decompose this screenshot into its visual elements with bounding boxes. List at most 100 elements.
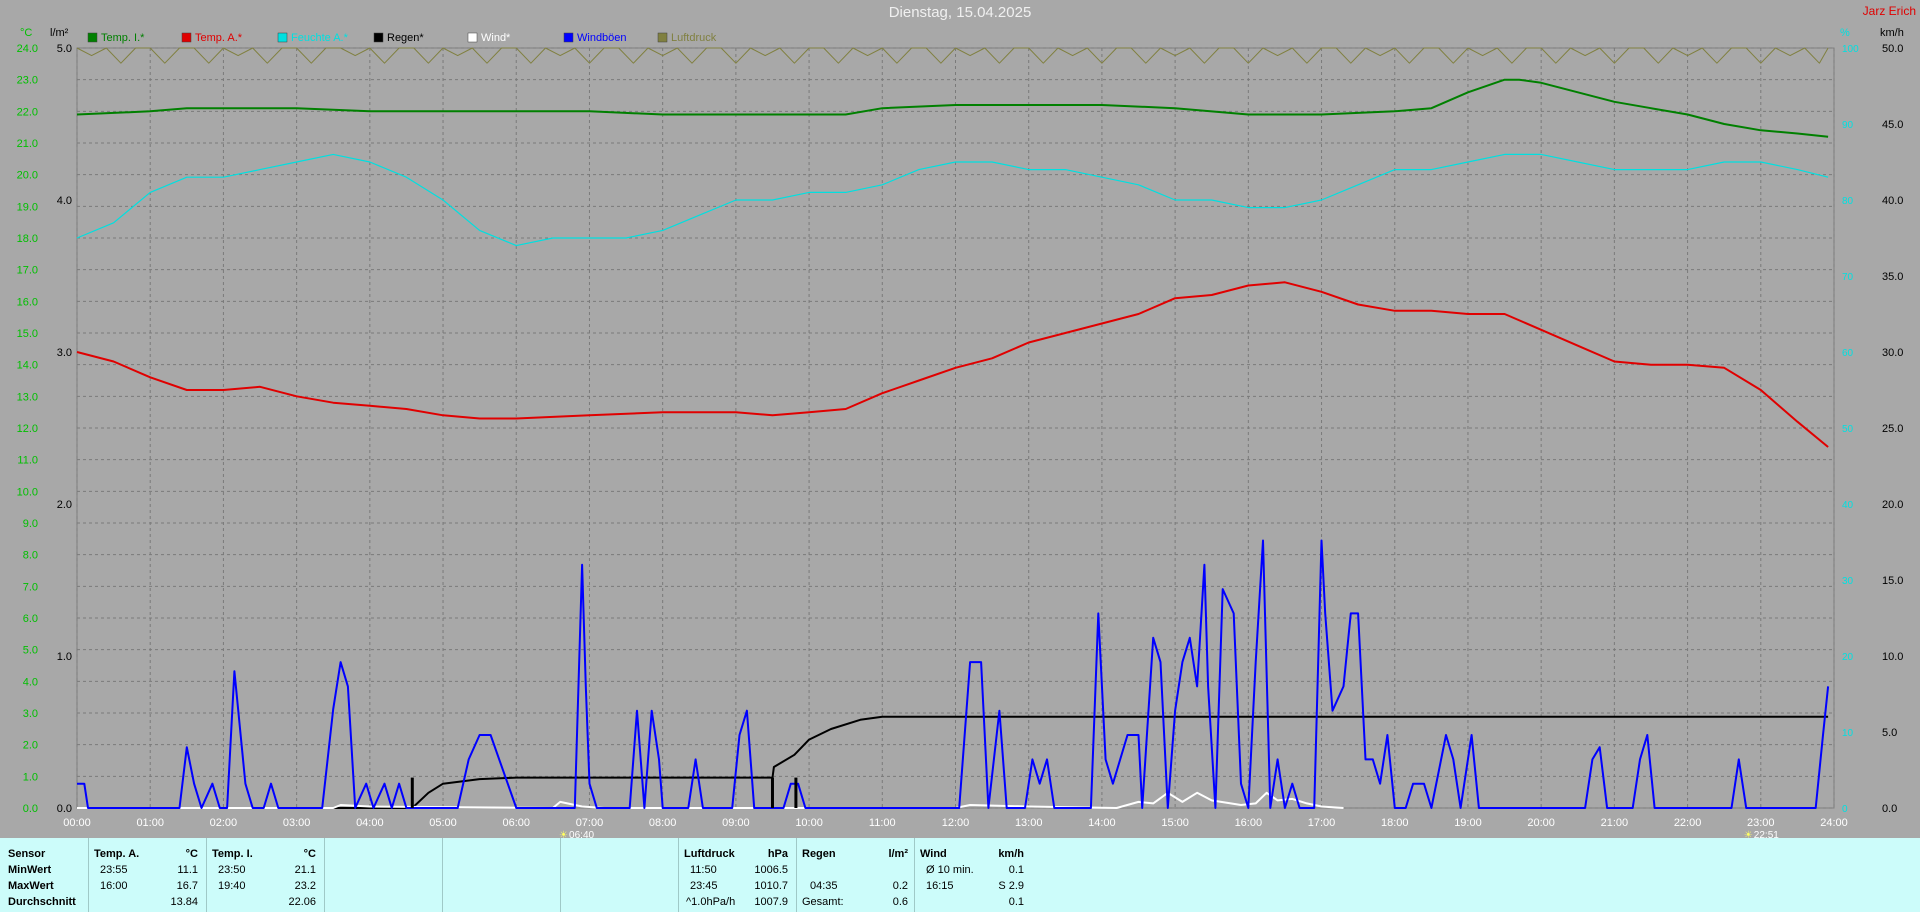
pressure-min-val: 1006.5 xyxy=(754,864,788,876)
temp-tick-label: 6.0 xyxy=(23,613,38,625)
wind-tick-label: 50.0 xyxy=(1882,43,1903,55)
temp-i-max-time: 19:40 xyxy=(218,880,246,892)
temp-tick-label: 20.0 xyxy=(17,170,38,182)
wind-tick-label: 30.0 xyxy=(1882,347,1903,359)
x-tick-label: 08:00 xyxy=(649,817,677,829)
legend-swatch xyxy=(277,32,288,43)
rain-unit: l/m² xyxy=(888,848,908,860)
wind-tick-label: 0.0 xyxy=(1882,803,1897,815)
temp-tick-label: 23.0 xyxy=(17,75,38,87)
pressure-max-time: 23:45 xyxy=(690,880,718,892)
legend-label: Temp. A.* xyxy=(195,32,243,44)
rain-tick-label: 4.0 xyxy=(57,195,72,207)
temp-i-avg-val: 22.06 xyxy=(288,896,316,908)
temp-tick-label: 15.0 xyxy=(17,328,38,340)
wind-tick-label: 10.0 xyxy=(1882,651,1903,663)
rain-tick-label: 0.0 xyxy=(57,803,72,815)
sunrise-time: 06:40 xyxy=(569,830,594,838)
x-tick-label: 09:00 xyxy=(722,817,750,829)
legend-label: Regen* xyxy=(387,32,424,44)
temp-i-header: Temp. I. xyxy=(212,848,253,860)
temp-tick-label: 13.0 xyxy=(17,391,38,403)
x-tick-label: 04:00 xyxy=(356,817,384,829)
temp-tick-label: 17.0 xyxy=(17,265,38,277)
legend-label: Feuchte A.* xyxy=(291,32,349,44)
temp-a-avg-val: 13.84 xyxy=(170,896,198,908)
humidity-tick-label: 20 xyxy=(1842,652,1854,663)
temp-i-min-time: 23:50 xyxy=(218,864,246,876)
temp-i-unit: °C xyxy=(303,848,316,860)
wind-avg-val: 0.1 xyxy=(1008,896,1024,908)
temp-tick-label: 10.0 xyxy=(17,486,38,498)
x-tick-label: 01:00 xyxy=(136,817,164,829)
x-tick-label: 15:00 xyxy=(1161,817,1189,829)
x-tick-label: 20:00 xyxy=(1527,817,1555,829)
legend-swatch xyxy=(467,32,478,43)
x-tick-label: 13:00 xyxy=(1015,817,1043,829)
rain-max-val: 0.2 xyxy=(892,880,908,892)
x-tick-label: 18:00 xyxy=(1381,817,1409,829)
rain-tick-label: 5.0 xyxy=(57,43,72,55)
pressure-trend-label: ^1.0hPa/h xyxy=(686,896,736,908)
temp-a-min-time: 23:55 xyxy=(100,864,128,876)
wind-max-time: 16:15 xyxy=(926,880,954,892)
temp-tick-label: 12.0 xyxy=(17,423,38,435)
temp-i-min-val: 21.1 xyxy=(294,864,316,876)
temp-tick-label: 8.0 xyxy=(23,550,38,562)
rain-tick-label: 2.0 xyxy=(57,499,72,511)
temp-tick-label: 19.0 xyxy=(17,201,38,213)
humidity-tick-label: 70 xyxy=(1842,272,1854,283)
author-label: Jarz Erich xyxy=(1862,4,1916,18)
row-min-label: MinWert xyxy=(8,864,52,876)
wind-avg10-val: 0.1 xyxy=(1008,864,1024,876)
legend-label: Windböen xyxy=(577,32,627,44)
x-tick-label: 16:00 xyxy=(1235,817,1263,829)
pressure-min-time: 11:50 xyxy=(690,864,717,876)
rain-tick-label: 1.0 xyxy=(57,651,72,663)
x-tick-label: 02:00 xyxy=(210,817,238,829)
temp-a-unit: °C xyxy=(185,848,198,860)
rain-max-time: 04:35 xyxy=(810,880,838,892)
row-max-label: MaxWert xyxy=(8,880,54,892)
wind-unit-label: km/h xyxy=(1880,27,1904,39)
temp-tick-label: 24.0 xyxy=(17,43,38,55)
x-tick-label: 00:00 xyxy=(63,817,91,829)
temp-tick-label: 18.0 xyxy=(17,233,38,245)
humidity-tick-label: 90 xyxy=(1842,120,1854,131)
x-tick-label: 23:00 xyxy=(1747,817,1775,829)
x-tick-label: 11:00 xyxy=(869,817,896,829)
humidity-unit-label: % xyxy=(1840,27,1850,39)
x-tick-label: 07:00 xyxy=(576,817,604,829)
wind-unit: km/h xyxy=(998,848,1024,860)
humidity-tick-label: 10 xyxy=(1842,728,1854,739)
pressure-header: Luftdruck xyxy=(684,848,735,860)
legend-swatch xyxy=(181,32,192,43)
x-tick-label: 06:00 xyxy=(502,817,530,829)
x-tick-label: 12:00 xyxy=(942,817,970,829)
humidity-tick-label: 60 xyxy=(1842,348,1854,359)
temp-a-max-val: 16.7 xyxy=(176,880,198,892)
x-tick-label: 05:00 xyxy=(429,817,457,829)
wind-tick-label: 20.0 xyxy=(1882,499,1903,511)
temp-tick-label: 0.0 xyxy=(23,803,38,815)
rain-unit-label: l/m² xyxy=(50,27,69,39)
pressure-avg-val: 1007.9 xyxy=(754,896,788,908)
temp-a-min-val: 11.1 xyxy=(177,864,198,876)
pressure-unit: hPa xyxy=(767,848,788,860)
humidity-tick-label: 80 xyxy=(1842,196,1854,207)
humidity-tick-label: 40 xyxy=(1842,500,1854,511)
temp-a-header: Temp. A. xyxy=(94,848,140,860)
legend-swatch xyxy=(657,32,668,43)
legend-label: Wind* xyxy=(481,32,511,44)
stats-table: Sensor MinWert MaxWert Durchschnitt Temp… xyxy=(0,838,1920,912)
wind-tick-label: 15.0 xyxy=(1882,575,1903,587)
legend-swatch xyxy=(563,32,574,43)
wind-avg10-label: Ø 10 min. xyxy=(926,864,974,876)
temp-tick-label: 9.0 xyxy=(23,518,38,530)
sunset-icon: ☀ xyxy=(1744,830,1753,838)
temp-tick-label: 21.0 xyxy=(17,138,38,150)
temp-a-max-time: 16:00 xyxy=(100,880,128,892)
chart-title: Dienstag, 15.04.2025 xyxy=(888,4,1032,21)
weather-chart: 00:00 01:00 02:00 03:00 04:00 05:00 06:00 07:00… xyxy=(0,0,1920,838)
temp-tick-label: 3.0 xyxy=(23,708,38,720)
